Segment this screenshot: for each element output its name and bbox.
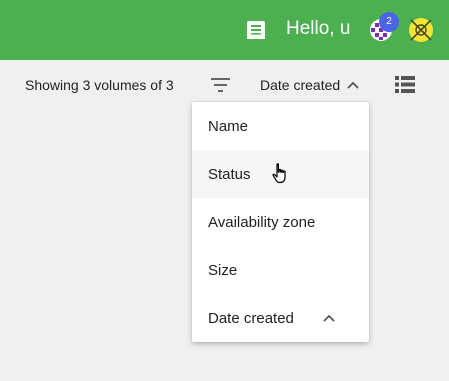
sort-option-label: Availability zone (208, 213, 316, 231)
sort-option-label: Date created (208, 309, 294, 327)
sort-option-date-created[interactable]: Date created (192, 294, 369, 342)
volume-count-text: Showing 3 volumes of 3 (25, 77, 174, 93)
sort-option-label: Status (208, 165, 251, 183)
sort-menu: Name Status Availability zone Size Date … (192, 102, 369, 342)
sort-option-label: Name (208, 117, 249, 135)
sort-label: Date created (260, 77, 341, 93)
notification-badge: 2 (379, 12, 399, 32)
list-view-icon[interactable] (395, 76, 415, 93)
organization-icon[interactable] (408, 17, 434, 43)
sort-option-size[interactable]: Size (192, 246, 369, 294)
top-app-bar: Hello, u 2 (0, 0, 449, 60)
sort-dropdown-trigger[interactable]: Date created (260, 76, 359, 94)
sort-option-status[interactable]: Status (192, 150, 369, 198)
filter-icon[interactable] (211, 77, 230, 93)
user-greeting: Hello, u (286, 18, 351, 39)
sort-option-name[interactable]: Name (192, 102, 369, 150)
sort-option-label: Size (208, 261, 238, 279)
chevron-up-icon (323, 314, 335, 322)
sort-option-availability-zone[interactable]: Availability zone (192, 198, 369, 246)
chevron-up-icon (347, 81, 359, 89)
notes-icon[interactable] (246, 20, 266, 40)
